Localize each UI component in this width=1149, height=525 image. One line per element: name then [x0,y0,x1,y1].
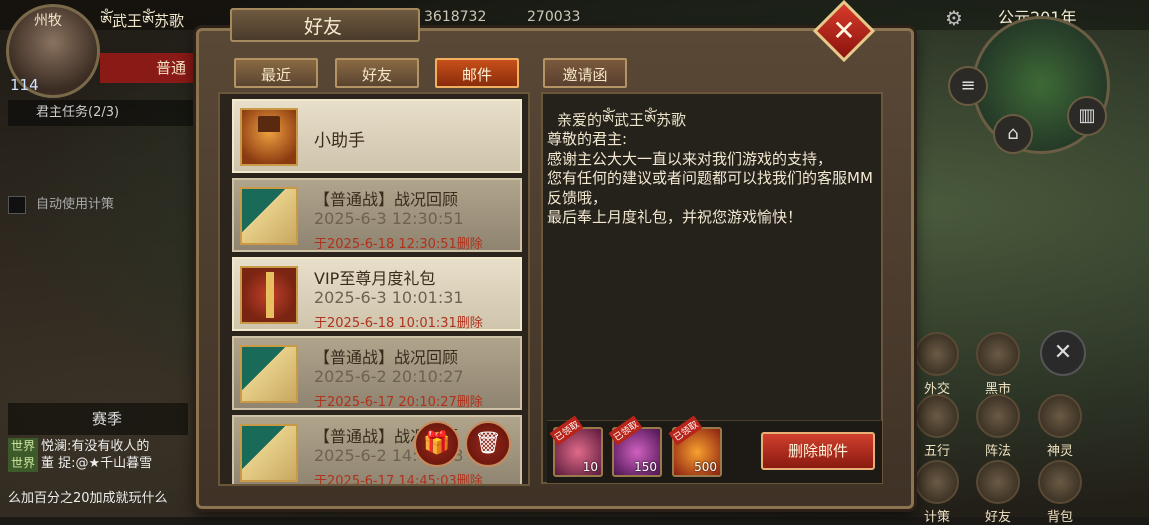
player-title: 州牧 [34,13,62,29]
black-market-icon [976,332,1020,376]
trash-delete-icon[interactable]: 🗑 [465,421,511,467]
tab-invitations[interactable]: 邀请函 [543,58,627,88]
reward-count: 150 [634,460,657,474]
season-button[interactable]: 赛季 [8,403,188,435]
formation-label: 阵法 [984,444,1011,459]
mail-body: 尊敬的君主: 感谢主公大大一直以来对我们游戏的支持， 您有任何的建议或者问题都可… [547,130,873,226]
player-level: 114 [10,76,39,94]
formation-icon [976,394,1020,438]
mail-title: VIP至尊月度礼包 [314,269,436,288]
chat-feed[interactable]: 世界 悦澜:有没有收人的 世界董 捉:@★千山暮雪 [8,438,203,472]
five-elements-button[interactable]: 五行 [909,394,965,459]
chat-line: 世界董 捉:@★千山暮雪 [8,455,203,472]
close-menu-icon[interactable]: ✕ [1040,330,1086,376]
reward-item[interactable]: 已领取 10 [549,415,603,477]
delete-mail-button[interactable]: 删除邮件 [761,432,875,470]
auto-use-label: 自动使用计策 [36,197,115,212]
tab-mail[interactable]: 邮件 [435,58,519,88]
checkbox-icon[interactable] [8,195,26,214]
reward-item[interactable]: 已领取 150 [608,415,662,477]
black-market-button[interactable]: 黑市 [970,332,1026,397]
assistant-icon [240,108,298,166]
claim-all-button[interactable]: 🎁 [414,421,460,467]
mail-title: 小助手 [314,131,365,151]
backpack-label: 背包 [1046,510,1073,525]
reward-count: 10 [582,460,598,474]
chat-text: 悦澜:有没有收人的 [41,439,150,454]
chat-text: 董 捉:@★千山暮雪 [41,456,153,471]
chat-channel-badge: 世界 [8,438,39,455]
strategy-icon [915,460,959,504]
mail-item[interactable]: VIP至尊月度礼包 2025-6-3 10:01:31 于2025-6-18 1… [232,257,522,331]
mail-delete-note: 于2025-6-18 10:01:31删除 [314,316,483,331]
player-name: ༀ武王ༀ苏歌 [100,12,185,30]
deity-icon [1038,394,1082,438]
deity-label: 神灵 [1046,444,1073,459]
five-elements-icon [915,394,959,438]
strategy-label: 计策 [923,510,950,525]
strategy-button[interactable]: 计策 [909,460,965,525]
reward-count: 500 [694,460,717,474]
formation-button[interactable]: 阵法 [970,394,1026,459]
diplomacy-button[interactable]: 外交 [909,332,965,397]
chat-text: 么加百分之20加成就玩什么 [8,491,168,506]
mail-delete-note: 于2025-6-17 14:45:03删除 [314,474,483,486]
mail-item[interactable]: 【普通战】战况回顾 2025-6-3 12:30:51 于2025-6-18 1… [232,178,522,252]
backpack-button[interactable]: 背包 [1032,460,1088,525]
battle-report-icon [240,345,298,403]
mail-item[interactable]: 【普通战】战况回顾 2025-6-2 20:10:27 于2025-6-17 2… [232,336,522,410]
mail-delete-note: 于2025-6-17 20:10:27删除 [314,395,483,410]
battle-report-icon [240,187,298,245]
friends-icon [976,460,1020,504]
dialog-title: 好友 [230,8,420,42]
resource-gold-value: 3618732 [424,9,487,25]
backpack-icon [1038,460,1082,504]
mail-delete-note: 于2025-6-18 12:30:51删除 [314,237,483,252]
mail-date: 2025-6-2 20:10:27 [314,367,464,386]
stats-chart-icon[interactable]: ▥ [1067,96,1107,136]
resource-food-value: 270033 [527,9,581,25]
mail-date: 2025-6-3 12:30:51 [314,209,464,228]
auto-use-strategy-toggle[interactable]: 自动使用计策 [8,193,114,214]
gift-box-icon [240,266,298,324]
chat-tab-normal[interactable]: 普通 [100,53,200,83]
diplomacy-icon [915,332,959,376]
chat-channel-badge: 世界 [8,455,39,472]
city-icon[interactable]: ⌂ [993,114,1033,154]
reward-item[interactable]: 已领取 500 [668,415,722,477]
settings-gear-icon[interactable]: ⚙ [945,6,963,30]
mail-item-assistant[interactable]: 小助手 [232,99,522,173]
map-scroll-icon[interactable]: ≡ [948,66,988,106]
tab-recent[interactable]: 最近 [234,58,318,88]
mail-date: 2025-6-3 10:01:31 [314,288,464,307]
mail-title: 【普通战】战况回顾 [314,190,459,209]
tab-friends[interactable]: 好友 [335,58,419,88]
mail-title: 【普通战】战况回顾 [314,348,459,367]
deity-button[interactable]: 神灵 [1032,394,1088,459]
lord-quest-tracker[interactable]: 君主任务(2/3) [8,100,208,126]
battle-report-icon [240,424,298,482]
friends-button[interactable]: 好友 [970,460,1026,525]
close-icon: ✕ [832,13,856,47]
friends-label: 好友 [984,510,1011,525]
chat-line: 世界 悦澜:有没有收人的 [8,438,203,455]
five-elements-label: 五行 [923,444,950,459]
